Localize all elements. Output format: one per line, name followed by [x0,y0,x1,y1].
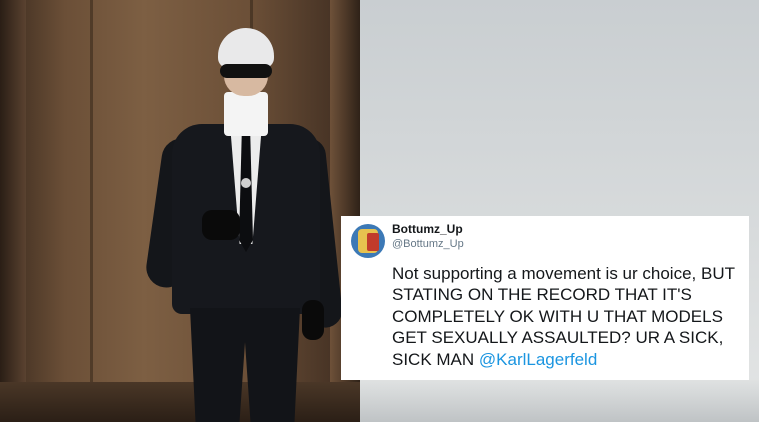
fingerless-glove-left [202,210,240,240]
mention-link[interactable]: @KarlLagerfeld [479,350,597,369]
user-handle[interactable]: @Bottumz_Up [392,238,464,250]
avatar-image-detail [367,233,379,251]
high-collar [224,92,268,136]
trousers [190,308,300,422]
fingerless-glove-right [302,300,324,340]
tweet-text: Not supporting a movement is ur choice, … [392,263,742,370]
person-figure [143,28,344,422]
door-frame-left [0,0,26,422]
ground-haze [360,378,759,422]
sunglasses [220,64,272,78]
tweet-card: Bottumz_Up @Bottumz_Up Not supporting a … [341,216,749,380]
door-panel-line [90,0,93,422]
user-avatar[interactable] [351,224,385,258]
tie-pin [241,178,251,188]
photo-karl-lagerfeld [0,0,360,422]
user-display-name[interactable]: Bottumz_Up [392,222,463,236]
white-hair [218,28,274,68]
